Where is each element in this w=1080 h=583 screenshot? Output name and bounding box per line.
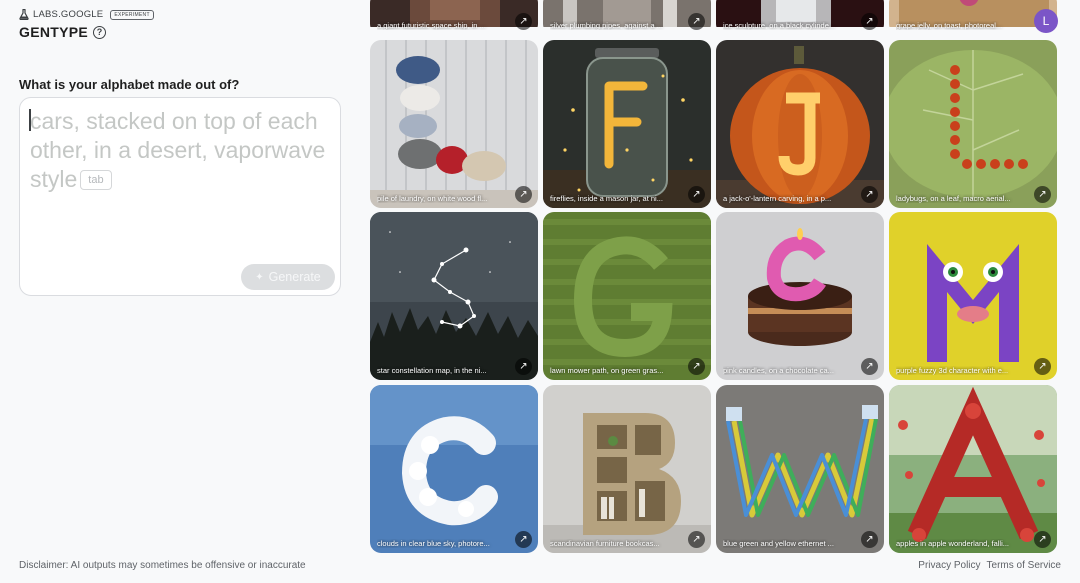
tile-caption: apples in apple wonderland, falli... bbox=[896, 539, 1009, 548]
tile-caption: a jack-o'-lantern carving, in a p... bbox=[723, 194, 832, 203]
tile-caption: silver plumbing pipes, against a ... bbox=[550, 21, 663, 30]
gallery-tile-ladybugs[interactable]: ladybugs, on a leaf, macro aerial... ↗ bbox=[889, 40, 1057, 208]
generate-button[interactable]: ✦ Generate bbox=[241, 264, 335, 290]
arrow-up-right-icon[interactable]: ↗ bbox=[861, 13, 878, 30]
gallery-tile-apples[interactable]: apples in apple wonderland, falli... ↗ bbox=[889, 385, 1057, 553]
gallery-tile-laundry[interactable]: pile of laundry, on white wood fl... ↗ bbox=[370, 40, 538, 208]
tile-image bbox=[716, 40, 884, 208]
tile-caption: clouds in clear blue sky, photore... bbox=[377, 539, 490, 548]
flask-icon bbox=[19, 9, 29, 20]
tile-caption: lawn mower path, on green gras... bbox=[550, 366, 664, 375]
tile-image bbox=[543, 212, 711, 380]
gallery-tile-ethernet[interactable]: blue green and yellow ethernet ... ↗ bbox=[716, 385, 884, 553]
disclaimer: Disclaimer: AI outputs may sometimes be … bbox=[19, 560, 306, 571]
tile-image bbox=[543, 385, 711, 553]
arrow-up-right-icon[interactable]: ↗ bbox=[515, 186, 532, 203]
app-name: GENTYPE bbox=[19, 24, 89, 40]
arrow-up-right-icon[interactable]: ↗ bbox=[515, 358, 532, 375]
gallery-tile-jack-o-lantern[interactable]: a jack-o'-lantern carving, in a p... ↗ bbox=[716, 40, 884, 208]
tile-caption: fireflies, inside a mason jar, at ni... bbox=[550, 194, 663, 203]
gallery-tile-fireflies[interactable]: fireflies, inside a mason jar, at ni... … bbox=[543, 40, 711, 208]
gallery-tile-space-ship[interactable]: a giant futuristic space ship, in ... ↗ bbox=[370, 0, 538, 35]
user-avatar[interactable]: L bbox=[1034, 9, 1058, 33]
arrow-up-right-icon[interactable]: ↗ bbox=[1034, 358, 1051, 375]
tile-image bbox=[370, 385, 538, 553]
app-root: LABS.GOOGLE EXPERIMENT GENTYPE ? What is… bbox=[0, 0, 1080, 583]
arrow-up-right-icon[interactable]: ↗ bbox=[688, 186, 705, 203]
tile-image bbox=[889, 385, 1057, 553]
arrow-up-right-icon[interactable]: ↗ bbox=[688, 531, 705, 548]
tile-image bbox=[889, 212, 1057, 380]
labs-label: LABS.GOOGLE bbox=[33, 9, 104, 20]
arrow-up-right-icon[interactable]: ↗ bbox=[688, 358, 705, 375]
sparkle-icon: ✦ bbox=[255, 271, 264, 283]
tile-image bbox=[370, 40, 538, 208]
tile-caption: star constellation map, in the ni... bbox=[377, 366, 487, 375]
tab-hint: tab bbox=[80, 170, 112, 190]
gallery-grid: a giant futuristic space ship, in ... ↗ … bbox=[370, 0, 1060, 583]
arrow-up-right-icon[interactable]: ↗ bbox=[861, 531, 878, 548]
arrow-up-right-icon[interactable]: ↗ bbox=[1034, 186, 1051, 203]
prompt-placeholder: cars, stacked on top of each other, in a… bbox=[30, 107, 330, 194]
tile-caption: ice sculpture, on a black cylinde... bbox=[723, 21, 836, 30]
gallery-tile-fuzzy-character[interactable]: purple fuzzy 3d character with e... ↗ bbox=[889, 212, 1057, 380]
prompt-question: What is your alphabet made out of? bbox=[19, 77, 240, 92]
tile-caption: blue green and yellow ethernet ... bbox=[723, 539, 834, 548]
prompt-placeholder-text: cars, stacked on top of each other, in a… bbox=[30, 108, 326, 192]
prompt-input[interactable]: cars, stacked on top of each other, in a… bbox=[19, 97, 341, 296]
tile-image bbox=[716, 212, 884, 380]
arrow-up-right-icon[interactable]: ↗ bbox=[861, 186, 878, 203]
tile-caption: a giant futuristic space ship, in ... bbox=[377, 21, 486, 30]
arrow-up-right-icon[interactable]: ↗ bbox=[515, 531, 532, 548]
tile-image bbox=[543, 40, 711, 208]
gallery-tile-constellation[interactable]: star constellation map, in the ni... ↗ bbox=[370, 212, 538, 380]
arrow-up-right-icon[interactable]: ↗ bbox=[861, 358, 878, 375]
tile-image bbox=[716, 385, 884, 553]
help-circle-icon[interactable]: ? bbox=[93, 25, 107, 39]
generate-label: Generate bbox=[268, 270, 321, 284]
labs-brand[interactable]: LABS.GOOGLE EXPERIMENT bbox=[19, 9, 154, 20]
gallery-tile-lawn-mower[interactable]: lawn mower path, on green gras... ↗ bbox=[543, 212, 711, 380]
text-caret bbox=[29, 109, 31, 131]
gallery-tile-bookcase[interactable]: scandinavian furniture bookcas... ↗ bbox=[543, 385, 711, 553]
gallery-tile-pink-candles[interactable]: pink candles, on a chocolate ca... ↗ bbox=[716, 212, 884, 380]
gallery-tile-grape-jelly[interactable]: grape jelly, on toast, photoreal... bbox=[889, 0, 1057, 35]
arrow-up-right-icon[interactable]: ↗ bbox=[688, 13, 705, 30]
tile-image bbox=[889, 40, 1057, 208]
experiment-badge: EXPERIMENT bbox=[110, 9, 154, 20]
tile-caption: pile of laundry, on white wood fl... bbox=[377, 194, 488, 203]
gallery-tile-clouds[interactable]: clouds in clear blue sky, photore... ↗ bbox=[370, 385, 538, 553]
gallery-tile-plumbing-pipes[interactable]: silver plumbing pipes, against a ... ↗ bbox=[543, 0, 711, 35]
arrow-up-right-icon[interactable]: ↗ bbox=[515, 13, 532, 30]
tile-image bbox=[370, 212, 538, 380]
tile-caption: grape jelly, on toast, photoreal... bbox=[896, 21, 1003, 30]
tile-caption: pink candles, on a chocolate ca... bbox=[723, 366, 834, 375]
tile-caption: scandinavian furniture bookcas... bbox=[550, 539, 660, 548]
tile-caption: purple fuzzy 3d character with e... bbox=[896, 366, 1009, 375]
app-title: GENTYPE ? bbox=[19, 24, 107, 40]
gallery-tile-ice-sculpture[interactable]: ice sculpture, on a black cylinde... ↗ bbox=[716, 0, 884, 35]
tile-caption: ladybugs, on a leaf, macro aerial... bbox=[896, 194, 1011, 203]
arrow-up-right-icon[interactable]: ↗ bbox=[1034, 531, 1051, 548]
